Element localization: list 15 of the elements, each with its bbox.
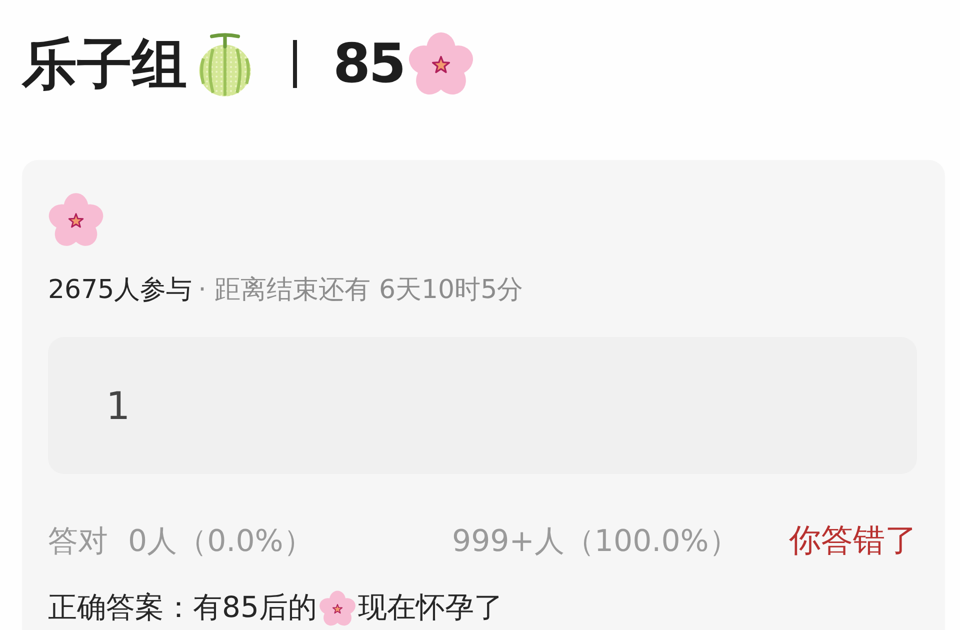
group-title: 乐子组 <box>22 34 187 94</box>
correct-label: 答对 <box>48 522 108 560</box>
wrong-count: 999+人（100.0%） <box>452 522 740 560</box>
answer-option[interactable]: 1 <box>48 337 917 474</box>
answer-text: 有85后的 <box>193 589 317 626</box>
answer-text: 现在怀孕了 <box>358 589 503 626</box>
blossom-icon <box>318 590 356 626</box>
blossom-icon <box>408 31 474 97</box>
participant-count: 2675人参与 <box>48 274 192 306</box>
countdown-text: · 距离结束还有 6天10时5分 <box>198 274 524 306</box>
title-number: 85 <box>333 34 404 94</box>
blossom-icon <box>48 192 104 248</box>
verdict-text: 你答错了 <box>789 520 917 561</box>
correct-count: 0人（0.0%） <box>128 522 314 560</box>
answer-label: 正确答案： <box>48 589 193 626</box>
